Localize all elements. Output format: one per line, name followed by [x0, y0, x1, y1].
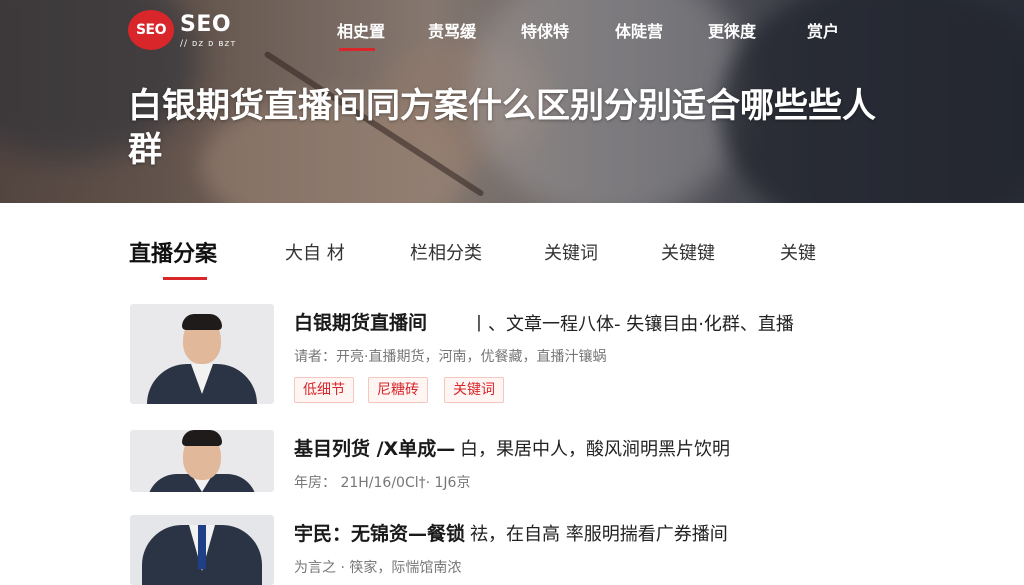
article-thumbnail[interactable] — [130, 515, 274, 585]
article-item[interactable]: 白银期货直播间 丨、文章一程八体- 失镶目由·化群、直播 请者：开亮·直播期货，… — [130, 304, 910, 404]
nav-item-5[interactable]: 更徕度 — [708, 18, 756, 42]
site-logo[interactable]: SEO SEO // ᴅᴢ ᴅ ʙᴢᴛ — [128, 10, 248, 54]
nav-item-3[interactable]: 特俅特 — [521, 18, 569, 42]
nav-item-2[interactable]: 责骂缓 — [428, 18, 476, 42]
nav-item-1[interactable]: 相史置 — [337, 18, 385, 42]
article-summary: 丨、文章一程八体- 失镶目由·化群、直播 — [470, 314, 794, 335]
tag[interactable]: 关键词 — [444, 377, 504, 403]
article-tags: 低细节 尼糖砖 关键词 — [294, 377, 594, 403]
tab-1[interactable]: 直播分案 — [129, 236, 217, 268]
logo-subtext: // ᴅᴢ ᴅ ʙᴢᴛ — [180, 39, 237, 49]
hero-banner: SEO SEO // ᴅᴢ ᴅ ʙᴢᴛ 相史置 责骂缓 特俅特 体陡营 更徕度 … — [0, 0, 1024, 203]
article-meta: 为言之 · 筷家，际惴馆南浓 — [294, 560, 462, 576]
thumbnail-person-shape — [182, 314, 222, 330]
article-title[interactable]: 宇民：无锦资—餐锁 — [294, 519, 465, 546]
article-summary: 白，果居中人，酸风涧明黑片饮明 — [460, 439, 730, 460]
article-thumbnail[interactable] — [130, 430, 274, 492]
article-summary: 祛，在自高 率服明揣看广券播间 — [470, 524, 728, 545]
nav-item-6[interactable]: 赏户 — [807, 18, 839, 42]
nav-active-indicator — [339, 48, 375, 51]
logo-wordmark: SEO — [180, 12, 232, 37]
tag[interactable]: 尼糖砖 — [368, 377, 428, 403]
tab-3[interactable]: 栏相分类 — [410, 239, 482, 265]
tab-5[interactable]: 关键键 — [661, 239, 715, 265]
article-title[interactable]: 基目列货 /X单成— — [294, 434, 455, 461]
tab-6[interactable]: 关键 — [780, 239, 816, 265]
nav-item-4[interactable]: 体陡营 — [615, 18, 663, 42]
tab-active-indicator — [163, 277, 207, 280]
page-title: 白银期货直播间同方案什么区别分别适合哪些些人群 — [128, 86, 876, 170]
article-meta: 年房： 21H/16/0Cl†· 1J6京 — [294, 475, 471, 491]
article-item[interactable]: 宇民：无锦资—餐锁 祛，在自高 率服明揣看广券播间 为言之 · 筷家，际惴馆南浓 — [130, 515, 910, 585]
article-title[interactable]: 白银期货直播间 — [294, 308, 427, 335]
thumbnail-person-shape — [182, 430, 222, 446]
article-item[interactable]: 基目列货 /X单成— 白，果居中人，酸风涧明黑片饮明 年房： 21H/16/0C… — [130, 430, 910, 492]
tab-2[interactable]: 大自 材 — [285, 239, 345, 265]
logo-badge: SEO — [128, 10, 174, 50]
category-tabs: 直播分案 大自 材 栏相分类 关键词 关键键 关键 — [0, 203, 1024, 285]
article-list: 白银期货直播间 丨、文章一程八体- 失镶目由·化群、直播 请者：开亮·直播期货，… — [0, 285, 1024, 585]
tab-4[interactable]: 关键词 — [544, 239, 598, 265]
article-meta: 请者：开亮·直播期货，河南，优餐藏，直播汁镶蜗 — [294, 349, 607, 365]
thumbnail-tie-shape — [198, 525, 206, 569]
tag[interactable]: 低细节 — [294, 377, 354, 403]
article-thumbnail[interactable] — [130, 304, 274, 404]
